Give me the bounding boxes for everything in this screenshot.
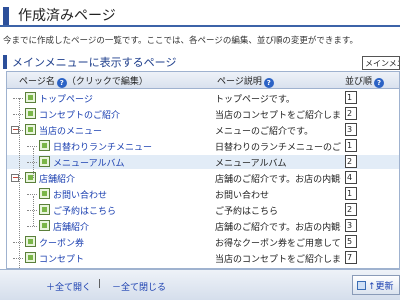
column-header-desc: ページ説明? xyxy=(217,74,274,88)
order-input[interactable]: 1 xyxy=(345,91,357,104)
tree-connector xyxy=(27,162,37,163)
table-row: − 当店のメニュー メニューのご紹介です。 3 xyxy=(7,123,399,137)
help-icon[interactable]: ? xyxy=(56,78,67,88)
tree-guide-line xyxy=(33,196,34,226)
page-name-link[interactable]: トップページ xyxy=(39,92,93,105)
collapse-toggle-icon[interactable]: − xyxy=(11,126,19,134)
footer-bar: ＋全て開く | －全て閉じる ↑更新 xyxy=(0,269,400,300)
section-title: メインメニューに表示するページ xyxy=(12,56,177,69)
tree-connector xyxy=(13,98,23,99)
table-row: クーポン券 お得なクーポン券をご用意しており 5 xyxy=(7,235,399,249)
page-name-link[interactable]: コンセプト xyxy=(39,252,84,265)
table-row: 店舗紹介 店舗のご紹介です。お店の内観や地 3 xyxy=(7,219,399,233)
page-icon xyxy=(25,124,36,135)
page-icon xyxy=(25,236,36,247)
title-accent-bar xyxy=(3,7,9,25)
page-description-cell: メニューのご紹介です。 xyxy=(215,127,314,137)
table-row: お問い合わせ お問い合わせ 1 xyxy=(7,187,399,201)
column-header-order: 並び順? xyxy=(345,74,385,88)
page-icon xyxy=(39,140,50,151)
tree-connector xyxy=(27,146,37,147)
table-header: ページ名? （クリックで編集） ページ説明? 並び順? xyxy=(7,72,399,89)
order-input[interactable]: 2 xyxy=(345,203,357,216)
menu-select-box[interactable]: メインメニ xyxy=(362,56,400,70)
order-input[interactable]: 3 xyxy=(345,219,357,232)
order-input[interactable]: 2 xyxy=(345,107,357,120)
table-row: ご予約はこちら ご予約はこちら 2 xyxy=(7,203,399,217)
column-header-name: ページ名? （クリックで編集） xyxy=(19,74,148,88)
order-input[interactable]: 4 xyxy=(345,171,357,184)
tree-guide-line xyxy=(19,98,20,274)
collapse-toggle-icon[interactable]: − xyxy=(11,174,19,182)
page-description-cell: 当店のコンセプトをご紹介します。 xyxy=(215,111,341,121)
table-row: メニューアルバム メニューアルバム 2 xyxy=(7,155,399,169)
page-name-link[interactable]: 店舗紹介 xyxy=(53,220,89,233)
page-name-link[interactable]: 店舗紹介 xyxy=(39,172,75,185)
help-icon[interactable]: ? xyxy=(263,78,274,88)
table-row: 日替わりランチメニュー 日替わりのランチメニューのご紹介 1 xyxy=(7,139,399,153)
page-description-cell: 店舗のご紹介です。お店の内観や地 xyxy=(215,223,341,233)
order-input[interactable]: 3 xyxy=(345,123,357,136)
column-name-hint: （クリックで編集） xyxy=(66,77,148,87)
tree-connector xyxy=(13,242,23,243)
collapse-all-link[interactable]: －全て閉じる xyxy=(112,280,166,293)
page-description-cell: お問い合わせ xyxy=(215,191,270,201)
column-order-label: 並び順 xyxy=(345,77,373,87)
page-name-link[interactable]: メニューアルバム xyxy=(53,156,125,169)
page-icon xyxy=(25,108,36,119)
table-row: トップページ トップページです。 1 xyxy=(7,91,399,105)
page-description-cell: 店舗のご紹介です。お店の内観や地 xyxy=(215,175,341,185)
page-name-link[interactable]: ご予約はこちら xyxy=(53,204,116,217)
page-description-cell: 日替わりのランチメニューのご紹介 xyxy=(215,143,341,153)
order-input[interactable]: 1 xyxy=(345,139,357,152)
page-name-link[interactable]: 日替わりランチメニュー xyxy=(53,140,152,153)
tree-connector xyxy=(27,226,37,227)
page-description-cell: お得なクーポン券をご用意しており xyxy=(215,239,341,249)
tree-guide-line xyxy=(33,148,34,178)
page-title: 作成済みページ xyxy=(18,8,116,24)
page-description: 今までに作成したページの一覧です。ここでは、各ページの編集、並び順の変更ができま… xyxy=(3,36,358,46)
page-description-cell: ご予約はこちら xyxy=(215,207,279,217)
page-name-link[interactable]: お問い合わせ xyxy=(53,188,107,201)
order-input[interactable]: 2 xyxy=(345,155,357,168)
column-desc-label: ページ説明 xyxy=(217,77,262,87)
expand-all-link[interactable]: ＋全て開く xyxy=(46,280,91,293)
table-row: − 店舗紹介 店舗のご紹介です。お店の内観や地 4 xyxy=(7,171,399,185)
update-button[interactable]: ↑更新 xyxy=(352,275,400,295)
page-name-link[interactable]: コンセプトのご紹介 xyxy=(39,108,120,121)
help-icon[interactable]: ? xyxy=(374,78,385,88)
page-icon xyxy=(25,172,36,183)
order-input[interactable]: 1 xyxy=(345,187,357,200)
update-icon xyxy=(357,281,366,290)
tree-connector xyxy=(27,210,37,211)
update-button-label: ↑更新 xyxy=(368,282,394,292)
page-description-cell: トップページです。 xyxy=(215,95,295,105)
table-row: コンセプト 当店のコンセプトをご紹介します。 7 xyxy=(7,251,399,265)
order-input[interactable]: 5 xyxy=(345,235,357,248)
page-name-link[interactable]: クーポン券 xyxy=(39,236,84,249)
page-icon xyxy=(39,220,50,231)
page-list-table: ページ名? （クリックで編集） ページ説明? 並び順? トップページ トップページで… xyxy=(6,71,400,274)
section-accent-bar xyxy=(3,55,7,69)
page-description-cell: 当店のコンセプトをご紹介します。 xyxy=(215,255,341,265)
tree-connector xyxy=(13,258,23,259)
page-description-cell: メニューアルバム xyxy=(215,159,287,169)
tree-connector xyxy=(27,194,37,195)
tree-connector xyxy=(13,114,23,115)
page-icon xyxy=(39,188,50,199)
column-name-label: ページ名 xyxy=(19,77,55,87)
page-icon xyxy=(39,156,50,167)
page-icon xyxy=(25,92,36,103)
order-input[interactable]: 7 xyxy=(345,251,357,264)
page-icon xyxy=(39,204,50,215)
table-row: コンセプトのご紹介 当店のコンセプトをご紹介します。 2 xyxy=(7,107,399,121)
footer-separator: | xyxy=(98,279,102,289)
page-icon xyxy=(25,252,36,263)
page-name-link[interactable]: 当店のメニュー xyxy=(39,124,102,137)
title-bar: 作成済みページ xyxy=(0,0,400,27)
